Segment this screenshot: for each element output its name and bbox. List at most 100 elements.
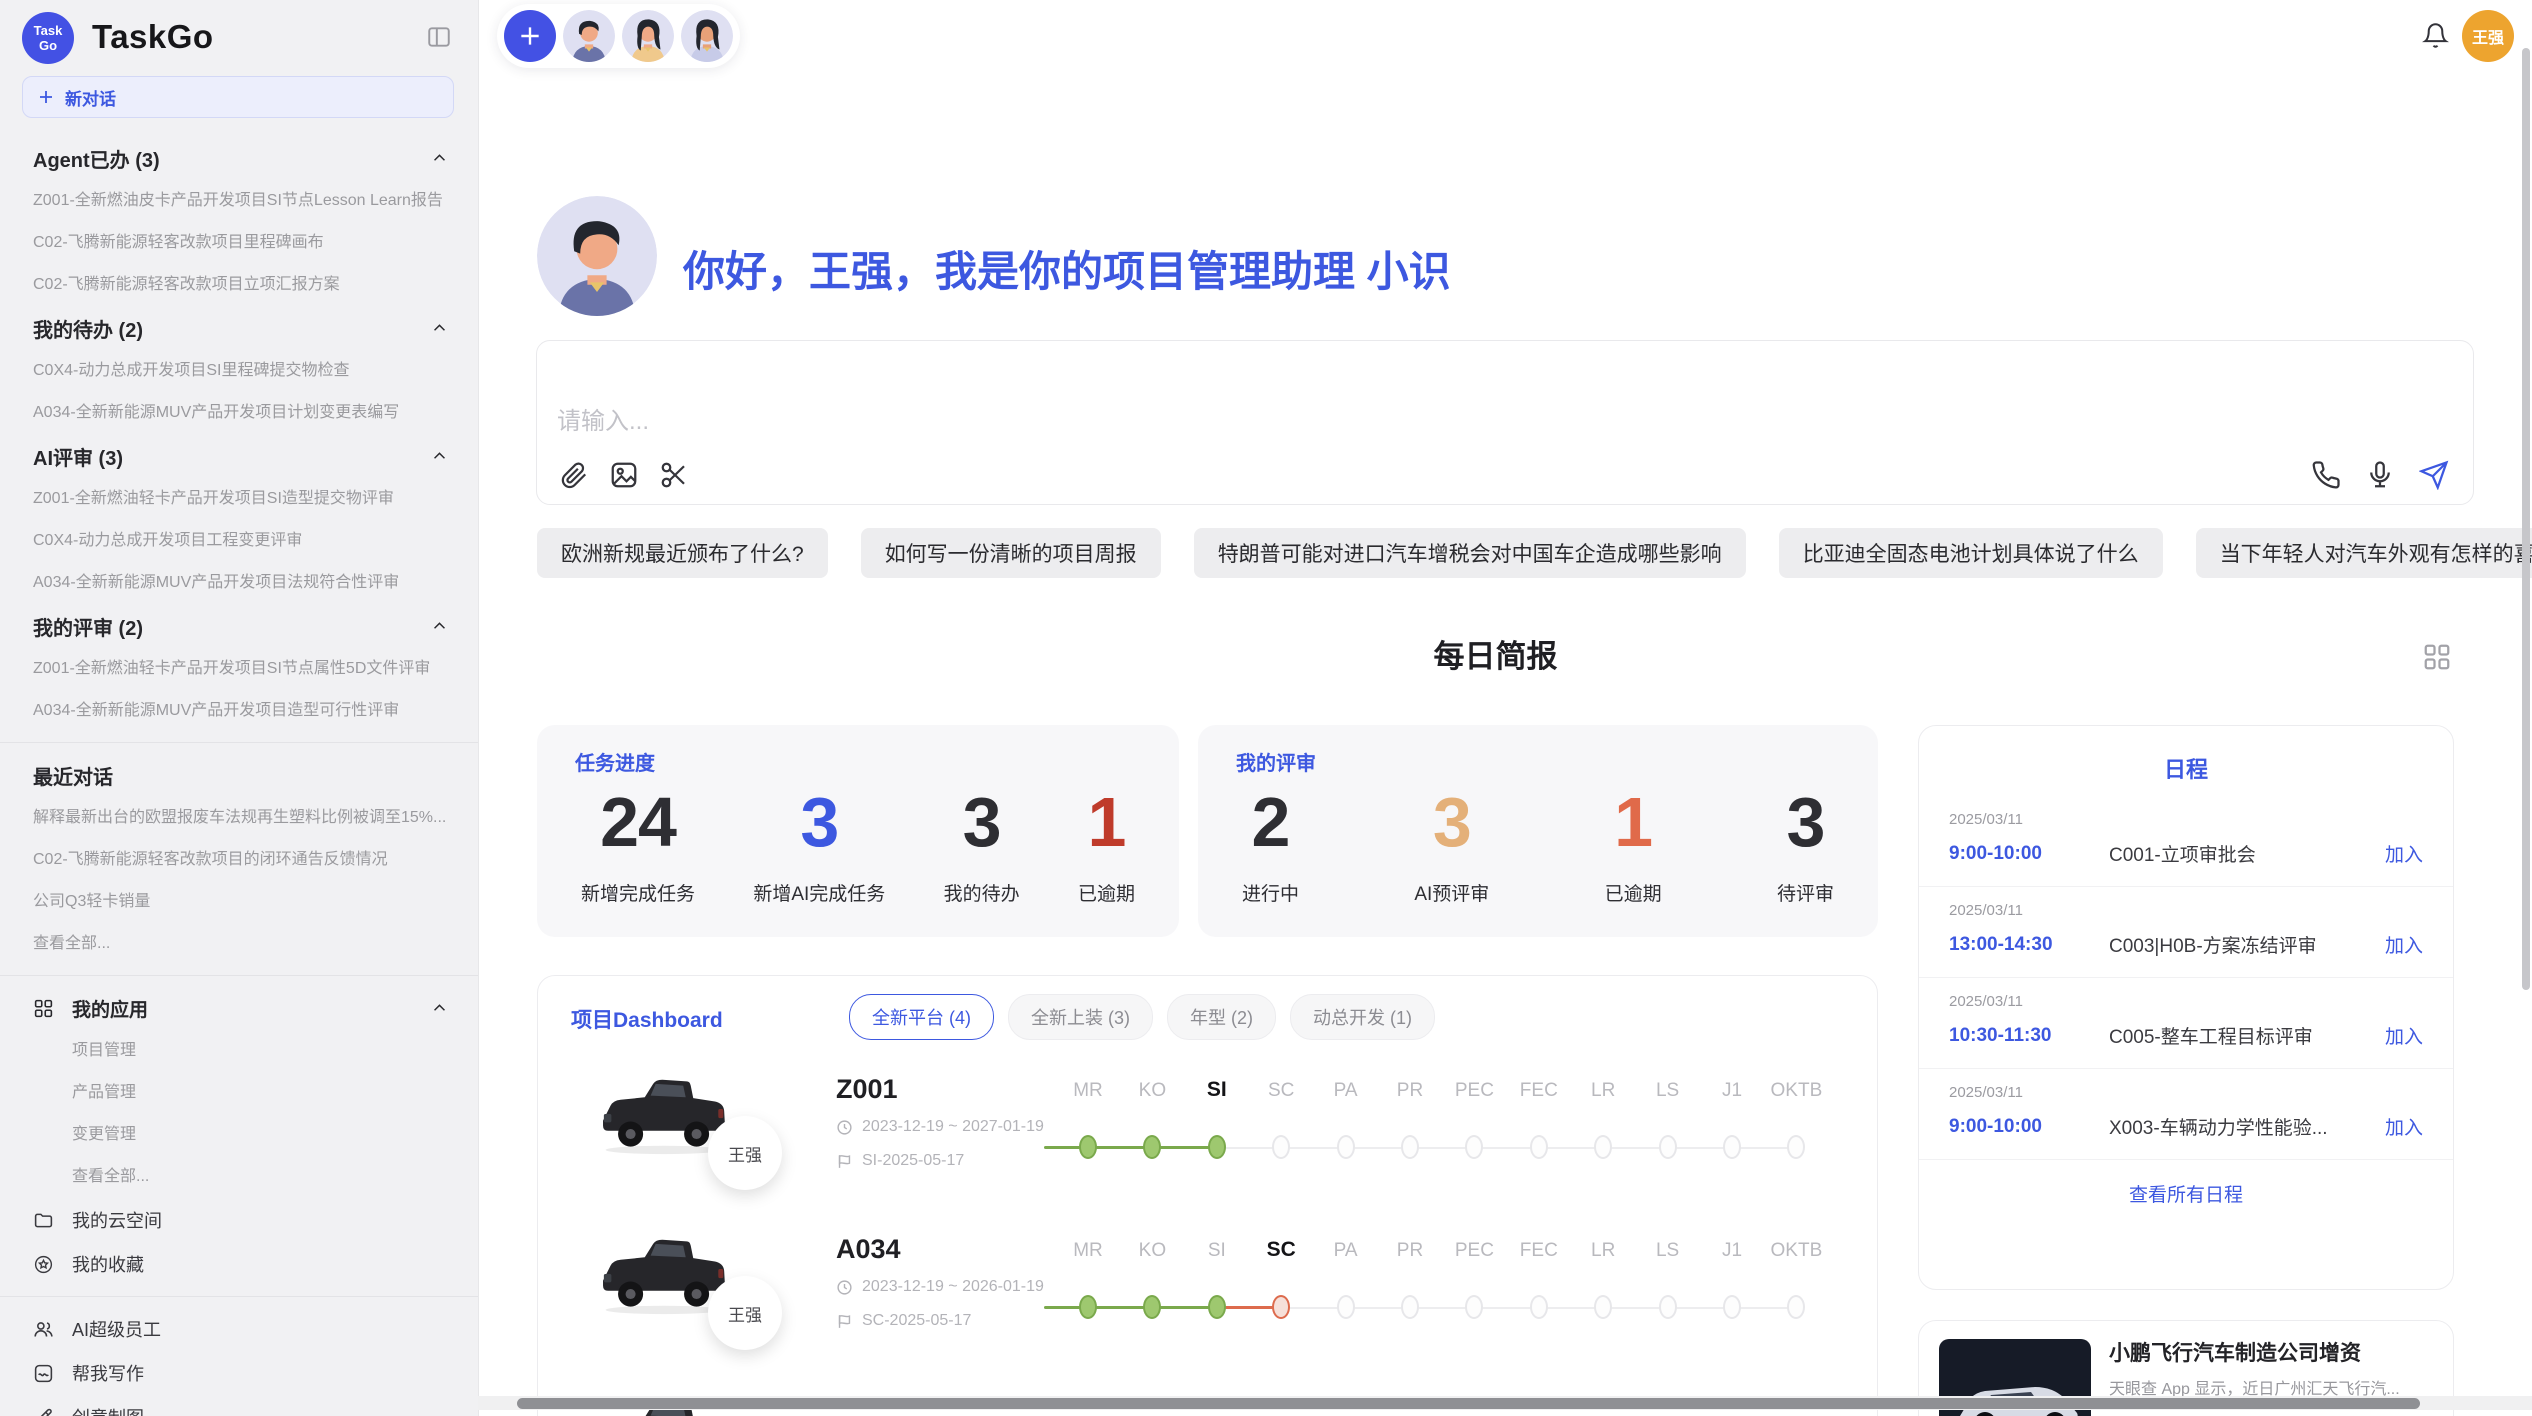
dashboard-tab[interactable]: 全新上装 (3) <box>1008 994 1153 1040</box>
milestone-label: PR <box>1397 1080 1423 1102</box>
stat-label: 进行中 <box>1242 879 1299 906</box>
new-chat-label: 新对话 <box>65 85 116 110</box>
sidebar-item-my-apps[interactable]: 我的应用 <box>0 986 478 1030</box>
app-link[interactable]: 查看全部... <box>0 1156 478 1198</box>
stat-value: 24 <box>581 783 695 861</box>
sidebar-item[interactable]: Z001-全新燃油轻卡产品开发项目SI造型提交物评审 <box>0 478 478 520</box>
app-link[interactable]: 产品管理 <box>0 1072 478 1114</box>
suggestion-chip[interactable]: 当下年轻人对汽车外观有怎样的喜好趋势 <box>2196 528 2532 578</box>
schedule-item-row: 13:00-14:30C003|H0B-方案冻结评审加入 <box>1949 931 2423 958</box>
milestone-label: LS <box>1656 1240 1679 1262</box>
milestone-label: SI <box>1207 1078 1227 1102</box>
milestone-label: PEC <box>1455 1240 1494 1262</box>
schedule-event-name: C003|H0B-方案冻结评审 <box>2109 931 2385 958</box>
milestone-label: PA <box>1334 1240 1358 1262</box>
milestone-dot <box>1272 1295 1290 1319</box>
project-dashboard-card: 项目Dashboard 全新平台 (4) 全新上装 (3) 年型 (2) 动总开发 (… <box>537 975 1878 1416</box>
notification-bell-icon[interactable] <box>2422 22 2449 49</box>
milestone-dot <box>1787 1135 1805 1159</box>
schedule-item-row: 9:00-10:00X003-车辆动力学性能验...加入 <box>1949 1113 2423 1140</box>
sidebar-item[interactable]: C02-飞腾新能源轻客改款项目里程碑画布 <box>0 222 478 264</box>
sidebar-item[interactable]: A034-全新新能源MUV产品开发项目计划变更表编写 <box>0 392 478 434</box>
dashboard-tab[interactable]: 全新平台 (4) <box>849 994 994 1040</box>
suggestion-chip[interactable]: 特朗普可能对进口汽车增税会对中国车企造成哪些影响 <box>1194 528 1746 578</box>
sidebar-item-users[interactable]: AI超级员工 <box>0 1307 478 1351</box>
app-logo: Task Go <box>22 12 74 64</box>
milestone-dot <box>1272 1135 1290 1159</box>
dashboard-title: 项目Dashboard <box>571 1004 723 1034</box>
new-chat-button[interactable]: 新对话 <box>22 76 454 118</box>
horizontal-scrollbar-thumb[interactable] <box>517 1398 2420 1409</box>
sidebar-item[interactable]: A034-全新新能源MUV产品开发项目法规符合性评审 <box>0 562 478 604</box>
attachment-icon[interactable] <box>559 460 589 490</box>
microphone-icon[interactable] <box>2365 460 2395 490</box>
dashboard-tab[interactable]: 年型 (2) <box>1167 994 1276 1040</box>
milestone-dot <box>1401 1295 1419 1319</box>
conversation-avatar-2[interactable] <box>622 10 674 62</box>
project-flag-milestone: SI-2025-05-17 <box>836 1152 964 1170</box>
schedule-event-name: C005-整车工程目标评审 <box>2109 1022 2385 1049</box>
sidebar-section-label: Agent已办 (3) <box>33 144 160 173</box>
sidebar-item[interactable]: C02-飞腾新能源轻客改款项目立项汇报方案 <box>0 264 478 306</box>
stat-label: AI预评审 <box>1414 879 1489 906</box>
view-all-schedule-link[interactable]: 查看所有日程 <box>1919 1180 2453 1207</box>
timeline-progress-done <box>1044 1306 1217 1309</box>
sidebar: Task Go TaskGo 新对话 Agent已办 (3) Z001-全新燃油皮… <box>0 0 479 1416</box>
recent-conversation-item[interactable]: 公司Q3轻卡销量 <box>0 881 478 923</box>
join-meeting-link[interactable]: 加入 <box>2385 840 2423 867</box>
user-avatar[interactable]: 王强 <box>2462 10 2514 62</box>
suggestion-chip[interactable]: 比亚迪全固态电池计划具体说了什么 <box>1779 528 2163 578</box>
join-meeting-link[interactable]: 加入 <box>2385 1022 2423 1049</box>
vertical-scrollbar-thumb[interactable] <box>2522 48 2530 990</box>
sidebar-item[interactable]: A034-全新新能源MUV产品开发项目造型可行性评审 <box>0 690 478 732</box>
suggestion-chip[interactable]: 如何写一份清晰的项目周报 <box>861 528 1161 578</box>
view-all-conversations-link[interactable]: 查看全部... <box>0 923 478 965</box>
sidebar-item[interactable]: C0X4-动力总成开发项目工程变更评审 <box>0 520 478 562</box>
dashboard-tab[interactable]: 动总开发 (1) <box>1290 994 1435 1040</box>
milestone-dot <box>1723 1295 1741 1319</box>
sidebar-header: Task Go TaskGo <box>0 0 478 74</box>
conversation-avatar-1[interactable] <box>563 10 615 62</box>
sidebar-item-cloud-space[interactable]: 我的云空间 <box>0 1198 478 1242</box>
join-meeting-link[interactable]: 加入 <box>2385 1113 2423 1140</box>
recent-conversation-item[interactable]: C02-飞腾新能源轻客改款项目的闭环通告反馈情况 <box>0 839 478 881</box>
sidebar-item-write[interactable]: 帮我写作 <box>0 1351 478 1395</box>
recent-conversations-header: 最近对话 <box>0 753 478 797</box>
recent-conversation-item[interactable]: 解释最新出台的欧盟报废车法规再生塑料比例被调至15%... <box>0 797 478 839</box>
app-link[interactable]: 变更管理 <box>0 1114 478 1156</box>
schedule-date: 2025/03/11 <box>1949 811 2423 828</box>
join-meeting-link[interactable]: 加入 <box>2385 931 2423 958</box>
my-apps-label: 我的应用 <box>72 995 413 1022</box>
stat-card-title: 任务进度 <box>575 747 655 776</box>
milestone-dot <box>1401 1135 1419 1159</box>
stat-value: 2 <box>1242 783 1299 861</box>
dashboard-tabs: 全新平台 (4) 全新上装 (3) 年型 (2) 动总开发 (1) <box>849 994 1435 1040</box>
sidebar-section-header[interactable]: Agent已办 (3) <box>0 136 478 180</box>
chat-input[interactable] <box>555 399 2159 451</box>
logo-line1: Task <box>34 23 63 38</box>
schedule-event-name: X003-车辆动力学性能验... <box>2109 1113 2385 1140</box>
schedule-item: 2025/03/119:00-10:00X003-车辆动力学性能验...加入 <box>1919 1069 2453 1160</box>
sidebar-section-header[interactable]: 我的评审 (2) <box>0 604 478 648</box>
scissors-icon[interactable] <box>659 460 689 490</box>
add-conversation-button[interactable] <box>504 10 556 62</box>
tool-label: 创意制图 <box>72 1404 448 1416</box>
milestone-dot <box>1208 1295 1226 1319</box>
conversation-avatar-3[interactable] <box>681 10 733 62</box>
sidebar-item[interactable]: Z001-全新燃油皮卡产品开发项目SI节点Lesson Learn报告 <box>0 180 478 222</box>
sidebar-item-favorites[interactable]: 我的收藏 <box>0 1242 478 1286</box>
suggestion-chip[interactable]: 欧洲新规最近颁布了什么? <box>537 528 828 578</box>
voice-call-icon[interactable] <box>2311 460 2341 490</box>
sidebar-item[interactable]: C0X4-动力总成开发项目SI里程碑提交物检查 <box>0 350 478 392</box>
sidebar-section-header[interactable]: AI评审 (3) <box>0 434 478 478</box>
sidebar-collapse-icon[interactable] <box>426 24 452 50</box>
sidebar-item[interactable]: Z001-全新燃油轻卡产品开发项目SI节点属性5D文件评审 <box>0 648 478 690</box>
sidebar-item-pen[interactable]: 创意制图 <box>0 1395 478 1416</box>
layout-grid-icon[interactable] <box>2422 642 2452 672</box>
image-upload-icon[interactable] <box>609 460 639 490</box>
send-icon[interactable] <box>2419 460 2449 490</box>
schedule-title: 日程 <box>1919 752 2453 784</box>
clock-icon <box>836 1279 853 1296</box>
app-link[interactable]: 项目管理 <box>0 1030 478 1072</box>
sidebar-section-header[interactable]: 我的待办 (2) <box>0 306 478 350</box>
